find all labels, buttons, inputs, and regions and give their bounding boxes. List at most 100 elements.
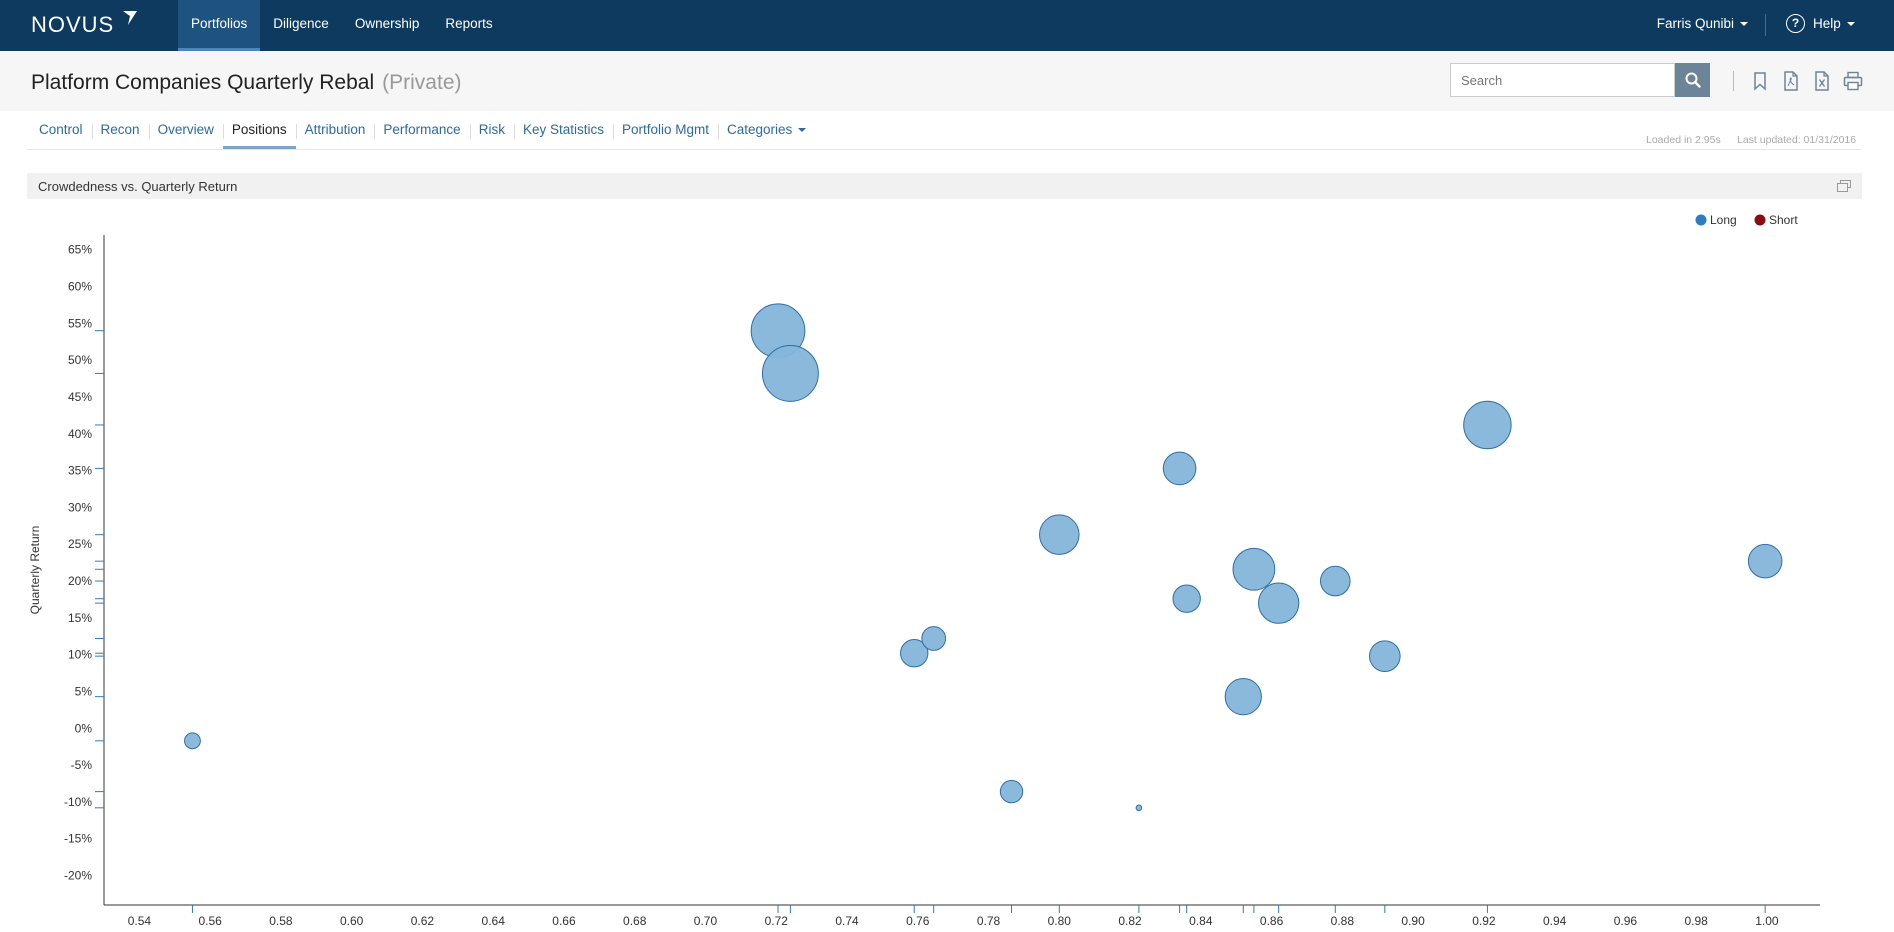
help-menu[interactable]: ? Help — [1786, 14, 1855, 33]
long-bubble — [1232, 547, 1276, 591]
tab-categories[interactable]: Categories — [718, 118, 815, 149]
y-tick-label: -5% — [71, 758, 93, 772]
y-tick-label: -15% — [64, 832, 92, 846]
tab-attribution[interactable]: Attribution — [295, 118, 375, 149]
bookmark-icon[interactable] — [1749, 70, 1771, 92]
x-tick-label: 0.68 — [623, 914, 647, 928]
x-tick-label: 0.92 — [1472, 914, 1496, 928]
y-tick-label: -20% — [64, 869, 92, 883]
tab-key-statistics[interactable]: Key Statistics — [513, 118, 613, 149]
help-icon: ? — [1786, 14, 1805, 33]
x-tick-label: 0.72 — [765, 914, 789, 928]
y-tick-label: 65% — [68, 243, 92, 257]
last-updated: Last updated: 01/31/2016 — [1737, 134, 1857, 146]
chart-legend: Long Short — [1695, 213, 1798, 227]
novus-logo[interactable]: NOVUS — [31, 12, 114, 38]
page-title: Platform Companies Quarterly Rebal (Priva… — [31, 71, 462, 95]
tabs-underline — [27, 149, 1861, 150]
excel-icon[interactable] — [1811, 70, 1833, 92]
y-tick-label: 10% — [68, 648, 92, 662]
legend-marker-short — [1754, 214, 1766, 226]
x-tick-label: 0.80 — [1048, 914, 1072, 928]
long-bubble — [921, 626, 947, 651]
user-name: Farris Qunibi — [1656, 16, 1734, 31]
chevron-down-icon — [798, 128, 807, 133]
tab-overview[interactable]: Overview — [148, 118, 223, 149]
long-bubble — [761, 344, 819, 402]
chart-panel-header: Crowdedness vs. Quarterly Return — [27, 173, 1862, 199]
x-tick-label: 0.76 — [906, 914, 930, 928]
tab-risk[interactable]: Risk — [469, 118, 514, 149]
top-nav-bar: NOVUS Portfolios Diligence Ownership Rep… — [0, 0, 1894, 51]
nav-item-ownership[interactable]: Ownership — [342, 0, 433, 51]
x-tick-label: 0.70 — [694, 914, 718, 928]
tab-control[interactable]: Control — [30, 118, 92, 149]
user-menu[interactable]: Farris Qunibi — [1657, 16, 1748, 31]
print-icon[interactable] — [1842, 70, 1864, 92]
bubble-chart: Long Short Quarterly Return 65% 60% 55% 50% 4… — [28, 213, 1820, 928]
x-tick-label: 0.90 — [1401, 914, 1425, 928]
long-bubble — [1368, 640, 1401, 672]
search-button[interactable] — [1675, 63, 1710, 97]
y-axis-label: Quarterly Return — [28, 526, 42, 615]
x-tick-label: 0.64 — [482, 914, 506, 928]
y-tick-label: 0% — [75, 721, 93, 735]
y-tick-label: 60% — [68, 280, 92, 294]
x-tick-label: 0.66 — [552, 914, 576, 928]
logo-mark-icon — [123, 11, 137, 25]
legend-label-short: Short — [1769, 213, 1798, 227]
y-tick-label: -10% — [64, 795, 92, 809]
long-bubble — [1135, 804, 1143, 812]
search-input[interactable] — [1450, 63, 1675, 97]
x-tick-label: 0.58 — [269, 914, 293, 928]
x-axis: 0.54 0.56 0.58 0.60 0.62 0.64 0.66 0.68 0.70 0.72… — [104, 904, 1820, 928]
long-bubble — [184, 732, 201, 750]
legend-marker-long — [1695, 214, 1707, 226]
y-tick-label: 15% — [68, 611, 92, 625]
y-tick-label: 35% — [68, 464, 92, 478]
pdf-icon[interactable] — [1780, 70, 1802, 92]
y-axis: 65% 60% 55% 50% 45% 40% 35% 30% 25% 20% 15% 10% 5% 0%… — [64, 235, 105, 905]
tab-performance[interactable]: Performance — [374, 118, 469, 149]
long-bubble — [999, 779, 1024, 804]
x-tick-label: 0.82 — [1118, 914, 1142, 928]
long-bubble — [1463, 400, 1512, 450]
x-tick-label: 0.60 — [340, 914, 364, 928]
x-tick-label: 0.98 — [1684, 914, 1708, 928]
x-tick-label: 0.88 — [1331, 914, 1355, 928]
x-tick-label: 0.84 — [1189, 914, 1213, 928]
chart-panel-title: Crowdedness vs. Quarterly Return — [38, 179, 238, 194]
help-label: Help — [1813, 16, 1841, 31]
tab-positions[interactable]: Positions — [222, 118, 296, 149]
y-tick-label: 25% — [68, 537, 92, 551]
nav-item-portfolios[interactable]: Portfolios — [178, 0, 261, 51]
tab-recon[interactable]: Recon — [91, 118, 149, 149]
y-tick-label: 30% — [68, 500, 92, 514]
main-nav: Portfolios Diligence Ownership Reports — [178, 0, 506, 51]
long-bubble — [1319, 565, 1351, 597]
toolbar-divider — [1733, 71, 1734, 91]
tab-portfolio-mgmt[interactable]: Portfolio Mgmt — [612, 118, 718, 149]
long-bubble — [1162, 451, 1197, 486]
x-tick-label: 1.00 — [1755, 914, 1779, 928]
long-bubble — [1747, 543, 1783, 579]
y-tick-label: 55% — [68, 316, 92, 330]
restore-window-icon[interactable] — [1837, 180, 1851, 192]
long-bubble — [1258, 582, 1300, 624]
y-tick-label: 20% — [68, 574, 92, 588]
long-bubble — [1172, 584, 1201, 613]
x-tick-label: 0.54 — [128, 914, 152, 928]
x-tick-label: 0.86 — [1260, 914, 1284, 928]
nav-item-reports[interactable]: Reports — [432, 0, 505, 51]
y-tick-label: 40% — [68, 427, 92, 441]
nav-divider — [1765, 14, 1766, 36]
page-header: Platform Companies Quarterly Rebal (Priva… — [0, 51, 1894, 111]
chevron-down-icon — [1740, 22, 1748, 27]
nav-item-diligence[interactable]: Diligence — [260, 0, 342, 51]
x-tick-label: 0.96 — [1614, 914, 1638, 928]
y-tick-label: 5% — [75, 684, 93, 698]
long-bubble — [1224, 678, 1262, 716]
x-tick-label: 0.62 — [411, 914, 435, 928]
page-tabs: Control Recon Overview Positions Attribu… — [30, 118, 815, 150]
chevron-down-icon — [1846, 21, 1855, 26]
